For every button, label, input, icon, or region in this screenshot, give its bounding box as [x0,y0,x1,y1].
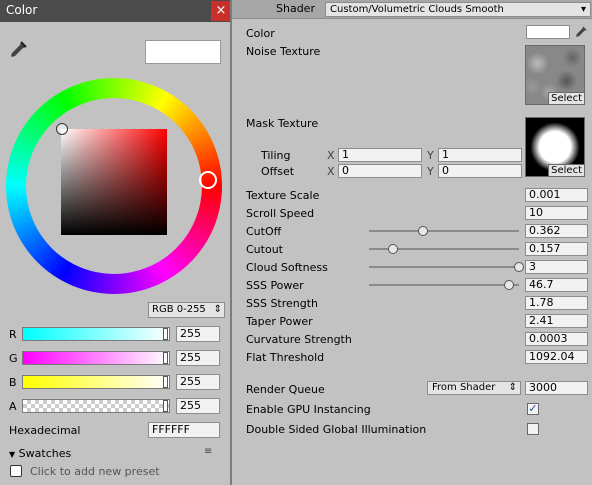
shader-value: Custom/Volumetric Clouds Smooth [330,4,504,15]
swatches-label: Swatches [18,447,72,460]
taper-power-input[interactable]: 2.41 [525,314,588,328]
render-queue-mode-value: From Shader [432,382,496,393]
gpu-instancing-label: Enable GPU Instancing [246,403,371,416]
channel-label-r: R [9,328,17,341]
noise-texture-select-button[interactable]: Select [548,92,584,104]
dropdown-arrow-icon: ⇕ [213,304,222,315]
add-preset-button[interactable]: Click to add new preset [30,465,160,478]
hue-handle[interactable] [199,171,217,189]
curvature-strength-label: Curvature Strength [246,333,352,346]
channel-slider-g-knob[interactable] [163,352,168,364]
offset-y-label: Y [427,165,434,178]
tiling-label: Tiling [261,149,291,162]
checkmark-icon: ✓ [528,402,538,415]
dropdown-arrow-icon: ▾ [580,4,586,15]
preset-icon [10,465,22,477]
saturation-value-handle[interactable] [56,123,68,135]
texture-scale-input[interactable]: 0.001 [525,188,588,202]
foldout-arrow-icon: ▼ [9,450,16,459]
close-button[interactable]: × [211,1,231,21]
tiling-x-label: X [327,149,335,162]
color-window-titlebar: Color × [0,0,232,22]
cutoff-label: CutOff [246,225,282,238]
hex-label: Hexadecimal [9,424,81,437]
offset-label: Offset [261,165,295,178]
cutoff-input[interactable]: 0.362 [525,224,588,238]
cloud-softness-slider[interactable] [369,266,519,268]
noise-texture-label: Noise Texture [246,45,321,58]
tiling-y-input[interactable]: 1 [438,148,522,162]
shader-dropdown[interactable]: Custom/Volumetric Clouds Smooth ▾ [325,2,591,17]
color-mode-value: RGB 0-255 [152,304,206,315]
channel-slider-r[interactable] [22,327,170,341]
curvature-strength-input[interactable]: 0.0003 [525,332,588,346]
channel-slider-b[interactable] [22,375,170,389]
sss-strength-label: SSS Strength [246,297,319,310]
channel-label-g: G [9,352,18,365]
color-property-label: Color [246,27,275,40]
cutout-slider-thumb[interactable] [387,244,398,254]
eyedropper-icon[interactable] [8,40,28,60]
offset-x-input[interactable]: 0 [338,164,422,178]
flat-threshold-label: Flat Threshold [246,351,325,364]
taper-power-label: Taper Power [246,315,313,328]
color-window-title: Color [6,3,38,17]
tiling-x-input[interactable]: 1 [338,148,422,162]
hex-input[interactable]: FFFFFF [148,422,220,438]
offset-x-label: X [327,165,335,178]
double-sided-gi-checkbox[interactable] [527,423,539,435]
cloud-softness-label: Cloud Softness [246,261,328,274]
tiling-y-label: Y [427,149,434,162]
channel-input-g[interactable]: 255 [176,350,220,366]
cutout-label: Cutout [246,243,283,256]
scroll-speed-label: Scroll Speed [246,207,315,220]
cutoff-slider[interactable] [369,230,519,232]
cloud-softness-input[interactable]: 3 [525,260,588,274]
color-mode-dropdown[interactable]: RGB 0-255 ⇕ [148,302,225,318]
channel-input-b[interactable]: 255 [176,374,220,390]
mask-texture-select-button[interactable]: Select [548,164,584,176]
sss-power-input[interactable]: 46.7 [525,278,588,292]
dropdown-arrow-icon: ⇕ [508,382,517,393]
channel-slider-a[interactable] [22,399,170,413]
scroll-speed-input[interactable]: 10 [525,206,588,220]
swatches-foldout[interactable]: ▼ Swatches [9,447,71,460]
channel-input-r[interactable]: 255 [176,326,220,342]
channel-slider-a-knob[interactable] [163,400,168,412]
channel-input-a[interactable]: 255 [176,398,220,414]
channel-slider-g[interactable] [22,351,170,365]
sss-power-label: SSS Power [246,279,304,292]
sss-strength-input[interactable]: 1.78 [525,296,588,310]
channel-label-b: B [9,376,17,389]
color-preview-swatch [145,40,221,64]
mask-texture-label: Mask Texture [246,117,319,130]
channel-slider-r-knob[interactable] [163,328,168,340]
render-queue-dropdown[interactable]: From Shader ⇕ [427,381,521,395]
double-sided-gi-label: Double Sided Global Illumination [246,423,427,436]
sss-power-slider[interactable] [369,284,519,286]
color-property-swatch[interactable] [526,25,570,39]
cloud-softness-slider-thumb[interactable] [514,262,524,272]
flat-threshold-input[interactable]: 1092.04 [525,350,588,364]
texture-scale-label: Texture Scale [246,189,320,202]
channel-label-a: A [9,400,17,413]
offset-y-input[interactable]: 0 [438,164,522,178]
render-queue-input[interactable]: 3000 [525,381,588,395]
cutout-input[interactable]: 0.157 [525,242,588,256]
eyedropper-icon[interactable] [574,25,588,39]
render-queue-label: Render Queue [246,383,325,396]
mask-texture-slot[interactable]: Select [525,117,585,177]
shader-label: Shader [276,2,315,15]
swatches-menu-icon[interactable]: ≡ [204,446,212,457]
channel-slider-b-knob[interactable] [163,376,168,388]
saturation-value-square[interactable] [61,129,167,235]
gpu-instancing-checkbox[interactable]: ✓ [527,403,539,415]
noise-texture-slot[interactable]: Select [525,45,585,105]
